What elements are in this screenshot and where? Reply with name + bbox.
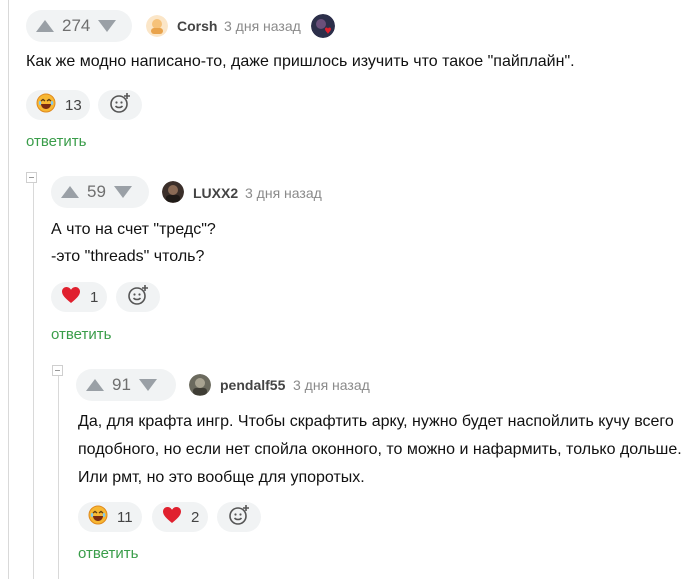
reaction-count: 11 bbox=[117, 508, 133, 526]
reaction-button[interactable]: 2 bbox=[152, 502, 208, 532]
avatar[interactable] bbox=[146, 15, 168, 37]
author-name[interactable]: pendalf55 bbox=[220, 377, 285, 393]
comment-text-line: Да, для крафта ингр. Чтобы скрафтить арк… bbox=[78, 413, 674, 430]
heart-icon bbox=[162, 506, 182, 528]
add-emoji-icon bbox=[228, 504, 250, 531]
upvote-icon[interactable] bbox=[86, 379, 104, 391]
thread-line bbox=[8, 0, 9, 579]
timestamp[interactable]: 3 дня назад bbox=[293, 377, 370, 393]
heart-icon bbox=[61, 286, 81, 308]
reaction-button[interactable]: 1 bbox=[51, 282, 107, 312]
reaction-count: 2 bbox=[191, 508, 200, 526]
score: 91 bbox=[112, 375, 131, 394]
add-reaction-button[interactable] bbox=[116, 282, 160, 312]
reaction-count: 13 bbox=[65, 96, 82, 114]
score: 59 bbox=[87, 182, 106, 201]
author-name[interactable]: LUXX2 bbox=[193, 185, 238, 201]
upvote-icon[interactable] bbox=[36, 20, 54, 32]
downvote-icon[interactable] bbox=[98, 20, 117, 32]
upvote-icon[interactable] bbox=[61, 186, 79, 198]
reaction-count: 1 bbox=[90, 288, 99, 306]
reply-link[interactable]: ответить bbox=[78, 545, 138, 562]
rating-control: 274 bbox=[26, 10, 132, 42]
comment-text: Как же модно написано-то, даже пришлось … bbox=[26, 53, 575, 70]
add-emoji-icon bbox=[109, 92, 131, 119]
timestamp[interactable]: 3 дня назад bbox=[224, 18, 301, 34]
comment-text-line: -это "threads" чтоль? bbox=[51, 248, 205, 265]
downvote-icon[interactable] bbox=[113, 186, 132, 198]
reaction-button[interactable]: 11 bbox=[78, 502, 142, 532]
score: 274 bbox=[62, 16, 91, 35]
thread-line bbox=[33, 180, 34, 579]
laughing-face-icon bbox=[88, 505, 108, 529]
thread-line bbox=[58, 372, 59, 579]
add-emoji-icon bbox=[127, 284, 149, 311]
avatar[interactable] bbox=[311, 14, 335, 38]
reply-link[interactable]: ответить bbox=[26, 133, 86, 150]
rating-control: 91 bbox=[76, 369, 176, 401]
reaction-button[interactable]: 13 bbox=[26, 90, 90, 120]
add-reaction-button[interactable] bbox=[98, 90, 142, 120]
laughing-face-icon bbox=[36, 93, 56, 117]
comment-text-line: Или рмт, но это вообще для упоротых. bbox=[78, 469, 365, 486]
downvote-icon[interactable] bbox=[138, 379, 157, 391]
add-reaction-button[interactable] bbox=[217, 502, 261, 532]
avatar[interactable] bbox=[162, 181, 184, 203]
collapse-button[interactable] bbox=[52, 365, 63, 376]
rating-control: 59 bbox=[51, 176, 149, 208]
timestamp[interactable]: 3 дня назад bbox=[245, 185, 322, 201]
avatar[interactable] bbox=[189, 374, 211, 396]
collapse-button[interactable] bbox=[26, 172, 37, 183]
comment-text-line: подобного, но если нет спойла оконного, … bbox=[78, 441, 682, 458]
reply-link[interactable]: ответить bbox=[51, 326, 111, 343]
author-name[interactable]: Corsh bbox=[177, 18, 217, 34]
